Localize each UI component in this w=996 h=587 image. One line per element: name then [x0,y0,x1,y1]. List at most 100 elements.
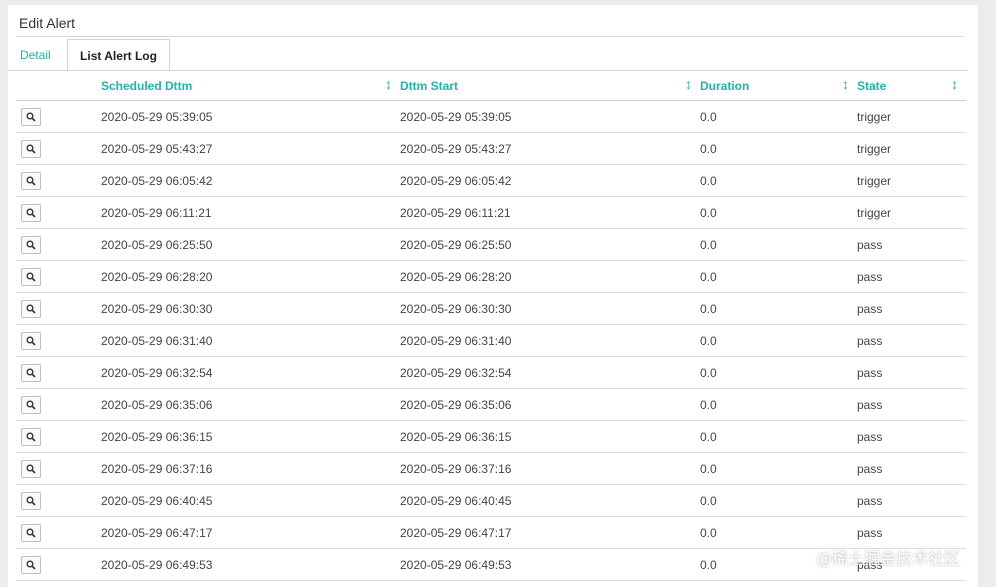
view-log-button[interactable] [21,459,41,478]
sort-icon[interactable]: ↕ [951,76,958,92]
row-action-cell [16,452,101,485]
cell-scheduled-dttm: 2020-05-29 06:28:20 [101,260,400,293]
magnifier-icon [26,496,36,506]
cell-state: pass [857,260,966,293]
view-log-button[interactable] [21,491,41,510]
cell-scheduled-dttm: 2020-05-29 05:43:27 [101,132,400,165]
column-header-actions [16,71,101,101]
cell-duration: 0.0 [700,452,857,485]
cell-dttm-start: 2020-05-29 06:32:54 [400,356,700,389]
cell-dttm-start: 2020-05-29 06:05:42 [400,164,700,197]
column-header-label: Duration [700,78,750,93]
cell-scheduled-dttm: 2020-05-29 06:11:21 [101,196,400,229]
cell-duration: 0.0 [700,484,857,517]
cell-duration: 0.0 [700,324,857,357]
magnifier-icon [26,368,36,378]
magnifier-icon [26,304,36,314]
view-log-button[interactable] [21,139,41,158]
column-header-state[interactable]: State ↕ [857,71,966,101]
cell-state: pass [857,292,966,325]
cell-dttm-start: 2020-05-29 06:40:45 [400,484,700,517]
cell-dttm-start: 2020-05-29 06:11:21 [400,196,700,229]
sort-icon[interactable]: ↕ [385,76,392,92]
cell-dttm-start: 2020-05-29 06:30:30 [400,292,700,325]
magnifier-icon [26,528,36,538]
table-row: 2020-05-29 06:35:06 2020-05-29 06:35:06 0.… [16,388,966,421]
column-header-label: State [857,78,887,93]
cell-duration: 0.0 [700,292,857,325]
table-row: 2020-05-29 05:43:27 2020-05-29 05:43:27 0.… [16,132,966,165]
sort-icon[interactable]: ↕ [842,76,849,92]
view-log-button[interactable] [21,235,41,254]
table-row: 2020-05-29 06:37:16 2020-05-29 06:37:16 0.… [16,452,966,485]
view-log-button[interactable] [21,171,41,190]
row-action-cell [16,164,101,197]
magnifier-icon [26,400,36,410]
table-row: 2020-05-29 06:31:40 2020-05-29 06:31:40 0.… [16,324,966,357]
cell-duration: 0.0 [700,132,857,165]
cell-scheduled-dttm: 2020-05-29 06:47:17 [101,516,400,549]
cell-duration: 0.0 [700,228,857,261]
cell-duration: 0.0 [700,516,857,549]
view-log-button[interactable] [21,395,41,414]
tab-detail[interactable]: Detail [8,39,63,71]
cell-scheduled-dttm: 2020-05-29 06:35:06 [101,388,400,421]
magnifier-icon [26,176,36,186]
cell-dttm-start: 2020-05-29 06:31:40 [400,324,700,357]
magnifier-icon [26,560,36,570]
row-action-cell [16,132,101,165]
magnifier-icon [26,240,36,250]
cell-scheduled-dttm: 2020-05-29 06:25:50 [101,228,400,261]
cell-duration: 0.0 [700,420,857,453]
sort-icon[interactable]: ↕ [685,76,692,92]
cell-state: pass [857,484,966,517]
view-log-button[interactable] [21,267,41,286]
tab-list-alert-log[interactable]: List Alert Log [67,39,170,71]
column-header-dttm-start[interactable]: Dttm Start ↕ [400,71,700,101]
view-log-button[interactable] [21,427,41,446]
table-row: 2020-05-29 06:47:17 2020-05-29 06:47:17 0.… [16,516,966,549]
magnifier-icon [26,272,36,282]
cell-scheduled-dttm: 2020-05-29 06:40:45 [101,484,400,517]
table-row: 2020-05-29 06:05:42 2020-05-29 06:05:42 0.… [16,164,966,197]
row-action-cell [16,484,101,517]
view-log-button[interactable] [21,331,41,350]
cell-dttm-start: 2020-05-29 06:37:16 [400,452,700,485]
cell-duration: 0.0 [700,100,857,133]
edit-alert-panel: Edit Alert Detail List Alert Log Schedul… [8,5,978,587]
table-row: 2020-05-29 06:40:45 2020-05-29 06:40:45 0.… [16,484,966,517]
magnifier-icon [26,432,36,442]
view-log-button[interactable] [21,555,41,574]
cell-state: trigger [857,132,966,165]
view-log-button[interactable] [21,299,41,318]
view-log-button[interactable] [21,523,41,542]
view-log-button[interactable] [21,203,41,222]
title-divider [16,36,964,37]
cell-state: pass [857,356,966,389]
table-row: 2020-05-29 06:25:50 2020-05-29 06:25:50 0.… [16,228,966,261]
cell-dttm-start: 2020-05-29 06:49:53 [400,548,700,581]
row-action-cell [16,196,101,229]
row-action-cell [16,292,101,325]
row-action-cell [16,356,101,389]
cell-scheduled-dttm: 2020-05-29 06:36:15 [101,420,400,453]
row-action-cell [16,100,101,133]
cell-duration: 0.0 [700,388,857,421]
magnifier-icon [26,464,36,474]
row-action-cell [16,516,101,549]
column-header-scheduled-dttm[interactable]: Scheduled Dttm ↕ [101,71,400,101]
table-body: 2020-05-29 05:39:05 2020-05-29 05:39:05 0.… [16,100,966,581]
cell-state: trigger [857,164,966,197]
cell-scheduled-dttm: 2020-05-29 06:49:53 [101,548,400,581]
magnifier-icon [26,336,36,346]
alert-log-table: Scheduled Dttm ↕ Dttm Start ↕ Duration ↕… [16,71,966,581]
cell-dttm-start: 2020-05-29 06:28:20 [400,260,700,293]
view-log-button[interactable] [21,107,41,126]
cell-scheduled-dttm: 2020-05-29 06:32:54 [101,356,400,389]
view-log-button[interactable] [21,363,41,382]
cell-scheduled-dttm: 2020-05-29 06:37:16 [101,452,400,485]
cell-scheduled-dttm: 2020-05-29 05:39:05 [101,100,400,133]
column-header-duration[interactable]: Duration ↕ [700,71,857,101]
cell-state: pass [857,516,966,549]
cell-duration: 0.0 [700,356,857,389]
